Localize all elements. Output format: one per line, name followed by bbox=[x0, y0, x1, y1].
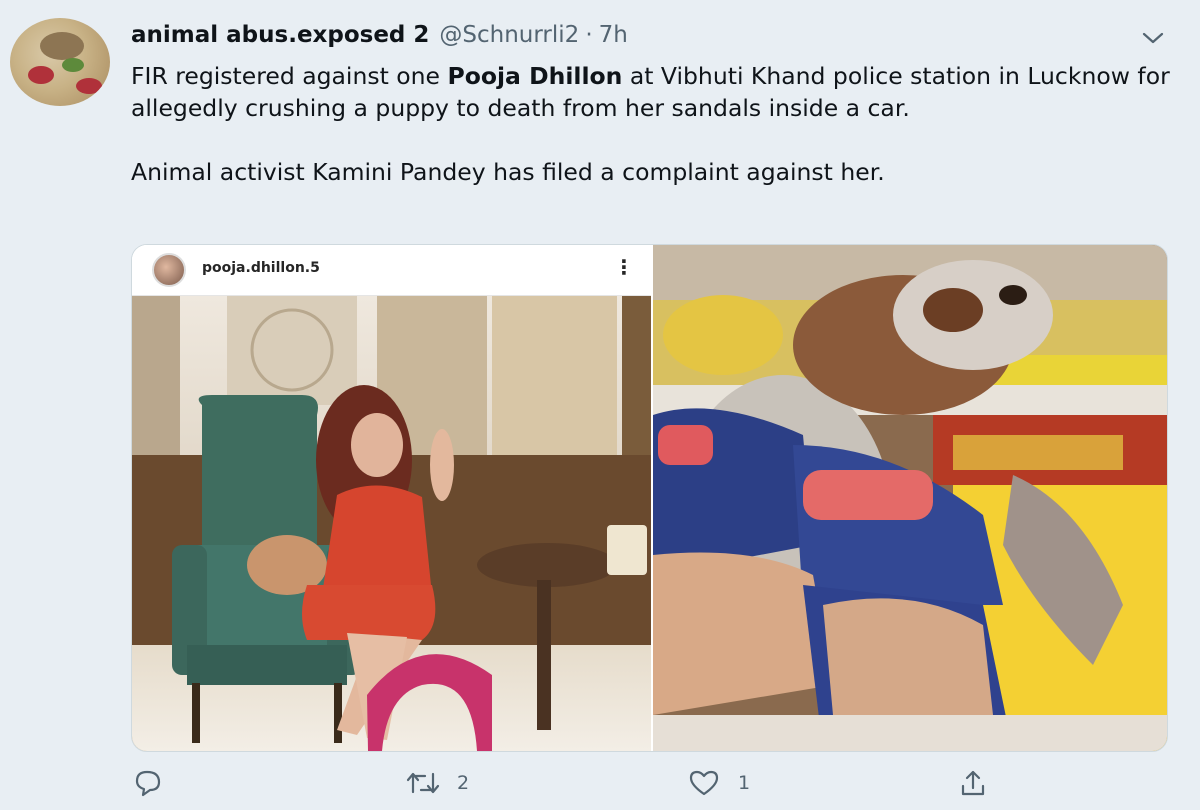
tweet-text-segment: FIR registered against one bbox=[131, 62, 448, 90]
retweet-icon bbox=[405, 768, 441, 798]
avatar-shape bbox=[76, 78, 102, 94]
reply-button[interactable] bbox=[133, 768, 181, 798]
media-photo-right[interactable] bbox=[653, 245, 1167, 751]
retweet-count: 2 bbox=[457, 772, 470, 794]
avatar-shape bbox=[28, 66, 54, 84]
author-avatar[interactable] bbox=[10, 18, 110, 106]
avatar-shape bbox=[40, 32, 84, 60]
chevron-down-icon[interactable] bbox=[1140, 28, 1166, 48]
like-count: 1 bbox=[738, 772, 751, 794]
author-handle[interactable]: @Schnurrli2 bbox=[439, 22, 579, 48]
tweet-timestamp[interactable]: 7h bbox=[599, 22, 628, 48]
tweet-paragraph-1: FIR registered against one Pooja Dhillon… bbox=[131, 60, 1171, 124]
media-photo-left[interactable]: pooja.dhillon.5 ⋮ bbox=[132, 245, 651, 751]
like-icon bbox=[688, 768, 720, 798]
like-button[interactable]: 1 bbox=[688, 768, 750, 798]
reply-icon bbox=[133, 768, 163, 798]
photo-puppy-sandals bbox=[653, 245, 1167, 751]
instagram-username[interactable]: pooja.dhillon.5 bbox=[202, 260, 320, 276]
instagram-header: pooja.dhillon.5 ⋮ bbox=[132, 245, 651, 296]
tweet-paragraph-2: Animal activist Kamini Pandey has filed … bbox=[131, 158, 885, 186]
tweet-text: FIR registered against one Pooja Dhillon… bbox=[131, 60, 1171, 188]
tweet-header: animal abus.exposed 2 @Schnurrli2 · 7h bbox=[131, 22, 628, 54]
retweet-button[interactable]: 2 bbox=[405, 768, 469, 798]
share-button[interactable] bbox=[958, 768, 988, 798]
share-icon bbox=[958, 768, 988, 798]
separator-dot: · bbox=[585, 22, 593, 48]
media-grid[interactable]: pooja.dhillon.5 ⋮ bbox=[131, 244, 1168, 752]
photo-woman-in-chair bbox=[132, 295, 651, 751]
avatar-shape bbox=[62, 58, 84, 72]
author-display-name[interactable]: animal abus.exposed 2 bbox=[131, 22, 429, 48]
tweet-text-bold: Pooja Dhillon bbox=[447, 62, 623, 90]
tweet-actions: 2 1 bbox=[0, 768, 1200, 804]
more-icon[interactable]: ⋮ bbox=[614, 257, 634, 277]
instagram-avatar[interactable] bbox=[152, 253, 186, 287]
